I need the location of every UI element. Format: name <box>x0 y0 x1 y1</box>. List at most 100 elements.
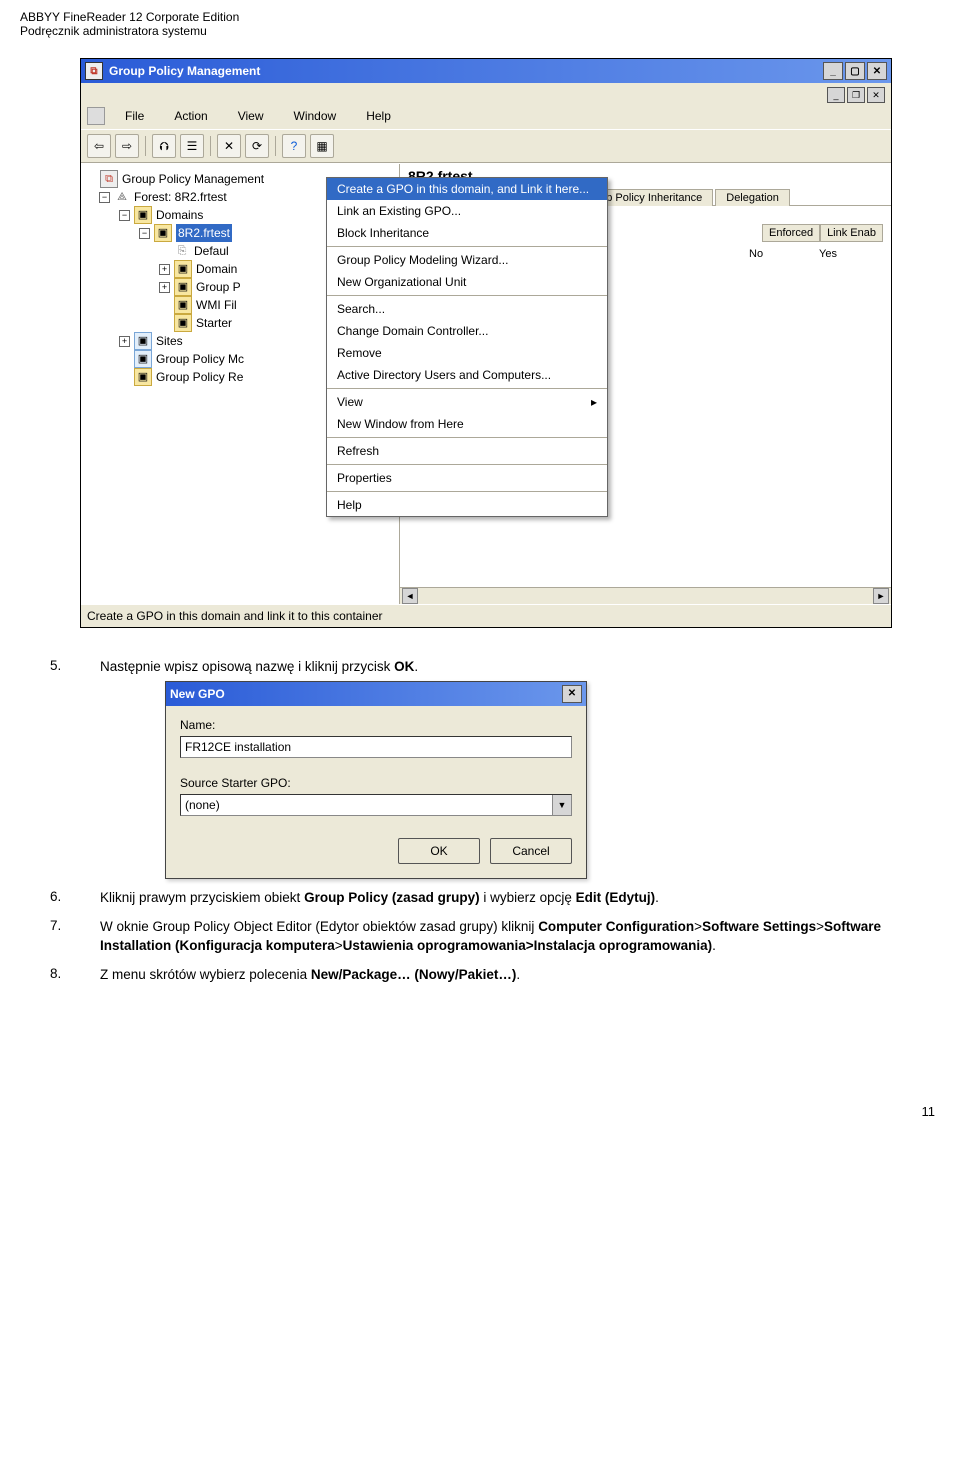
cell-enforced: No <box>743 246 813 262</box>
up-button[interactable]: ⮉ <box>152 134 176 158</box>
ctx-properties[interactable]: Properties <box>327 467 607 489</box>
forest-icon: ⟁ <box>114 189 130 205</box>
sites-icon: ▣ <box>134 332 152 350</box>
step-number: 8. <box>50 966 100 985</box>
col-link-enabled[interactable]: Link Enab <box>820 224 883 242</box>
col-enforced[interactable]: Enforced <box>762 224 820 242</box>
instruction-8: 8. Z menu skrótów wybierz polecenia New/… <box>50 966 940 985</box>
tree-selected-domain[interactable]: 8R2.frtest <box>176 224 232 242</box>
collapse-icon[interactable]: − <box>119 210 130 221</box>
chevron-right-icon: ▸ <box>591 395 597 409</box>
step-number: 5. <box>50 658 100 677</box>
expand-icon[interactable]: + <box>159 264 170 275</box>
expand-icon[interactable]: + <box>119 336 130 347</box>
dialog-title: New GPO <box>170 687 562 701</box>
gpm-icon: ⧉ <box>100 170 118 188</box>
combo-value: (none) <box>181 798 552 812</box>
tree-root[interactable]: Group Policy Management <box>122 170 264 188</box>
ctx-change-dc[interactable]: Change Domain Controller... <box>327 320 607 342</box>
instruction-5: 5. Następnie wpisz opisową nazwę i klikn… <box>50 658 940 677</box>
ctx-refresh[interactable]: Refresh <box>327 440 607 462</box>
ctx-block-inheritance[interactable]: Block Inheritance <box>327 222 607 244</box>
tree-group-p[interactable]: Group P <box>196 278 241 296</box>
close-button[interactable]: ✕ <box>867 62 887 80</box>
instruction-6: 6. Kliknij prawym przyciskiem obiekt Gro… <box>50 889 940 908</box>
horizontal-scrollbar[interactable]: ◄ ► <box>400 587 891 604</box>
mdi-minimize-button[interactable]: _ <box>827 87 845 103</box>
chevron-down-icon[interactable]: ▼ <box>552 795 571 815</box>
tree-domain-ctrl[interactable]: Domain <box>196 260 237 278</box>
results-icon: ▣ <box>134 368 152 386</box>
mdi-restore-button[interactable]: ❐ <box>847 87 865 103</box>
ctx-remove[interactable]: Remove <box>327 342 607 364</box>
folder-icon: ▣ <box>174 260 192 278</box>
window-title: Group Policy Management <box>109 64 823 78</box>
tree-sites[interactable]: Sites <box>156 332 183 350</box>
doc-subtitle: Podręcznik administratora systemu <box>20 24 940 38</box>
ctx-help[interactable]: Help <box>327 494 607 516</box>
ctx-search[interactable]: Search... <box>327 298 607 320</box>
cancel-button[interactable]: Cancel <box>490 838 572 864</box>
dialog-titlebar: New GPO ✕ <box>166 682 586 706</box>
menu-help[interactable]: Help <box>356 107 401 125</box>
page-number: 11 <box>20 1104 940 1119</box>
forward-button[interactable]: ⇨ <box>115 134 139 158</box>
step-number: 6. <box>50 889 100 908</box>
scroll-right-icon[interactable]: ► <box>873 588 889 604</box>
tree-domains[interactable]: Domains <box>156 206 203 224</box>
menu-window[interactable]: Window <box>284 107 347 125</box>
refresh-button[interactable]: ⟳ <box>245 134 269 158</box>
titlebar: ⧉ Group Policy Management _ ▢ ✕ <box>81 59 891 83</box>
help-button[interactable]: ? <box>282 134 306 158</box>
tree-results[interactable]: Group Policy Re <box>156 368 243 386</box>
menu-view[interactable]: View <box>228 107 274 125</box>
ctx-aduc[interactable]: Active Directory Users and Computers... <box>327 364 607 386</box>
content-area: ⧉Group Policy Management −⟁Forest: 8R2.f… <box>81 163 891 604</box>
collapse-icon[interactable]: − <box>139 228 150 239</box>
menu-file[interactable]: File <box>115 107 154 125</box>
ok-button[interactable]: OK <box>398 838 480 864</box>
ctx-modeling-wizard[interactable]: Group Policy Modeling Wizard... <box>327 249 607 271</box>
domain-icon: ▣ <box>154 224 172 242</box>
tree-forest[interactable]: Forest: 8R2.frtest <box>134 188 227 206</box>
window-controls: _ ▢ ✕ <box>823 62 887 80</box>
toolbar: ⇦ ⇨ ⮉ ☰ ✕ ⟳ ? ▦ <box>81 130 891 163</box>
maximize-button[interactable]: ▢ <box>845 62 865 80</box>
ctx-link-gpo[interactable]: Link an Existing GPO... <box>327 200 607 222</box>
tree-default[interactable]: Defaul <box>194 242 229 260</box>
name-label: Name: <box>180 718 572 732</box>
ctx-new-ou[interactable]: New Organizational Unit <box>327 271 607 293</box>
instruction-7: 7. W oknie Group Policy Object Editor (E… <box>50 918 940 956</box>
folder-icon: ▣ <box>174 314 192 332</box>
link-icon: ⎘ <box>174 243 190 259</box>
ctx-create-gpo[interactable]: Create a GPO in this domain, and Link it… <box>327 178 607 200</box>
wmi-icon: ▣ <box>174 296 192 314</box>
expand-icon[interactable]: + <box>159 282 170 293</box>
tree-modeling[interactable]: Group Policy Mc <box>156 350 244 368</box>
minimize-button[interactable]: _ <box>823 62 843 80</box>
list-button[interactable]: ☰ <box>180 134 204 158</box>
new-gpo-dialog: New GPO ✕ Name: Source Starter GPO: (non… <box>165 681 587 879</box>
source-starter-combo[interactable]: (none) ▼ <box>180 794 572 816</box>
tree-starter[interactable]: Starter <box>196 314 232 332</box>
delete-button[interactable]: ✕ <box>217 134 241 158</box>
doc-header: ABBYY FineReader 12 Corporate Edition Po… <box>20 10 940 38</box>
menu-action[interactable]: Action <box>164 107 217 125</box>
mdi-controls: _ ❐ ✕ <box>81 83 891 103</box>
domains-icon: ▣ <box>134 206 152 224</box>
tab-delegation[interactable]: Delegation <box>715 189 790 206</box>
group-policy-window: ⧉ Group Policy Management _ ▢ ✕ _ ❐ ✕ Fi… <box>80 58 892 628</box>
mdi-close-button[interactable]: ✕ <box>867 87 885 103</box>
back-button[interactable]: ⇦ <box>87 134 111 158</box>
ctx-new-window[interactable]: New Window from Here <box>327 413 607 435</box>
step-number: 7. <box>50 918 100 956</box>
options-button[interactable]: ▦ <box>310 134 334 158</box>
name-input[interactable] <box>180 736 572 758</box>
folder-icon: ▣ <box>174 278 192 296</box>
scroll-left-icon[interactable]: ◄ <box>402 588 418 604</box>
ctx-view[interactable]: View▸ <box>327 391 607 413</box>
collapse-icon[interactable]: − <box>99 192 110 203</box>
dialog-close-button[interactable]: ✕ <box>562 685 582 703</box>
tree-wmi[interactable]: WMI Fil <box>196 296 237 314</box>
doc-product: ABBYY FineReader 12 Corporate Edition <box>20 10 940 24</box>
